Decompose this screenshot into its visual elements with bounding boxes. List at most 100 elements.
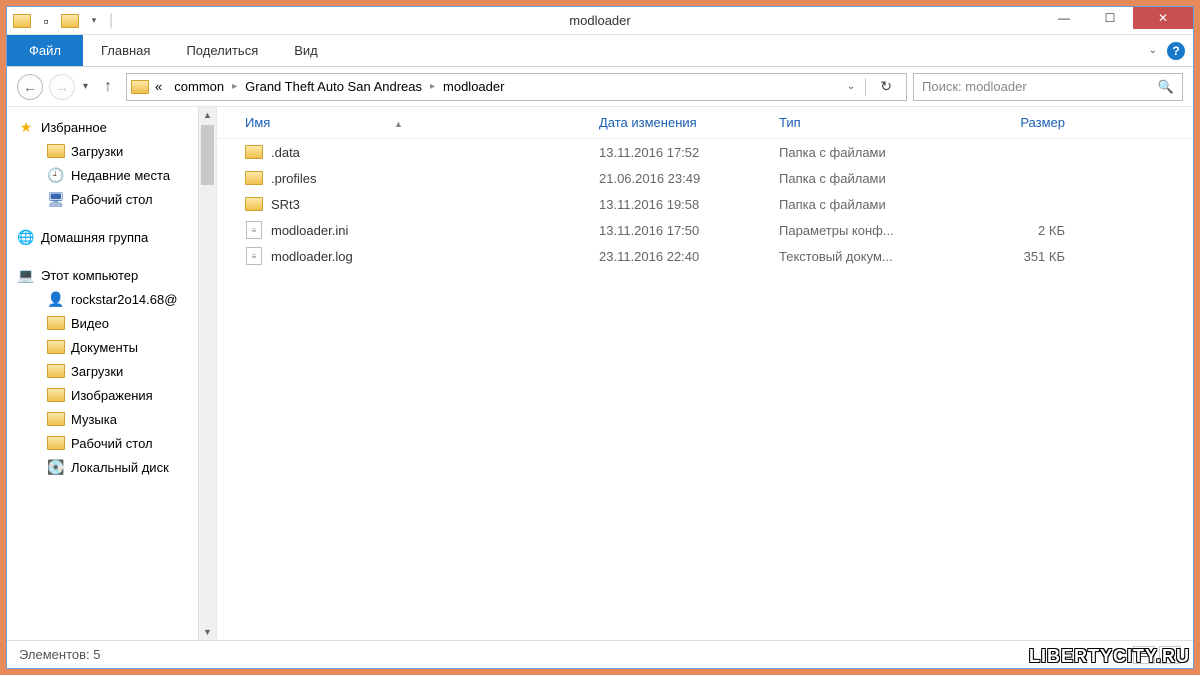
sidebar-item-video[interactable]: Видео	[7, 311, 216, 335]
file-icon: ≡	[245, 221, 263, 239]
file-rows: .data13.11.2016 17:52Папка с файлами.pro…	[217, 139, 1193, 640]
folder-icon	[47, 338, 65, 356]
file-size: 351 КБ	[947, 249, 1077, 264]
scroll-up-icon[interactable]: ▲	[199, 107, 216, 123]
tab-home[interactable]: Главная	[83, 35, 168, 66]
minimize-button[interactable]: —	[1041, 7, 1087, 29]
file-date: 13.11.2016 17:52	[587, 145, 767, 160]
sidebar-item-label: Музыка	[71, 412, 117, 427]
crumb-gta[interactable]: Grand Theft Auto San Andreas	[239, 79, 428, 94]
sidebar-item-downloads2[interactable]: Загрузки	[7, 359, 216, 383]
tab-view[interactable]: Вид	[276, 35, 336, 66]
col-name[interactable]: Имя ▲	[217, 115, 587, 130]
folder-icon	[47, 362, 65, 380]
sidebar-item-label: Этот компьютер	[41, 268, 138, 283]
sidebar-homegroup[interactable]: 🌐Домашняя группа	[7, 225, 216, 249]
sidebar-item-user[interactable]: 👤 rockstar2o14.68@	[7, 287, 216, 311]
file-row[interactable]: SRt313.11.2016 19:58Папка с файлами	[217, 191, 1193, 217]
titlebar: ▫ ▾ | modloader — ☐ ✕	[7, 7, 1193, 35]
navbar: ← → ▾ ↑ « common ▸ Grand Theft Auto San …	[7, 67, 1193, 107]
refresh-button[interactable]: ↻	[874, 78, 898, 95]
body: ★Избранное Загрузки 🕘Недавние места 🖥 Раб…	[7, 107, 1193, 640]
col-size[interactable]: Размер	[947, 115, 1077, 130]
sidebar-item-label: Загрузки	[71, 144, 123, 159]
sidebar-item-label: rockstar2o14.68@	[71, 292, 177, 307]
sidebar-item-localdisk[interactable]: 💽Локальный диск	[7, 455, 216, 479]
file-row[interactable]: .profiles21.06.2016 23:49Папка с файлами	[217, 165, 1193, 191]
folder-icon	[245, 143, 263, 161]
chevron-right-icon[interactable]: ▸	[428, 81, 437, 92]
crumb-modloader[interactable]: modloader	[437, 79, 510, 94]
file-name: modloader.log	[271, 249, 353, 264]
star-icon: ★	[17, 118, 35, 136]
file-name: .data	[271, 145, 300, 160]
back-button[interactable]: ←	[17, 74, 43, 100]
statusbar: Элементов: 5 ☰ ▦	[7, 640, 1193, 668]
col-type[interactable]: Тип	[767, 115, 947, 130]
file-date: 23.11.2016 22:40	[587, 249, 767, 264]
file-size: 2 КБ	[947, 223, 1077, 238]
help-icon[interactable]: ?	[1167, 42, 1185, 60]
sidebar-item-downloads[interactable]: Загрузки	[7, 139, 216, 163]
chevron-right-icon[interactable]: ▸	[230, 81, 239, 92]
qat: ▫ ▾ |	[7, 12, 113, 30]
maximize-button[interactable]: ☐	[1087, 7, 1133, 29]
folder-icon	[47, 142, 65, 160]
up-button[interactable]: ↑	[96, 78, 120, 96]
col-date[interactable]: Дата изменения	[587, 115, 767, 130]
sidebar-scrollbar[interactable]: ▲ ▼	[198, 107, 216, 640]
sidebar-favorites[interactable]: ★Избранное	[7, 115, 216, 139]
search-placeholder: Поиск: modloader	[922, 79, 1027, 94]
file-date: 13.11.2016 17:50	[587, 223, 767, 238]
address-bar[interactable]: « common ▸ Grand Theft Auto San Andreas …	[126, 73, 907, 101]
folder-icon	[13, 12, 31, 30]
scroll-thumb[interactable]	[201, 125, 214, 185]
new-folder-icon[interactable]	[61, 12, 79, 30]
folder-icon	[47, 434, 65, 452]
sidebar-item-label: Недавние места	[71, 168, 170, 183]
sidebar-item-label: Рабочий стол	[71, 192, 153, 207]
sidebar-computer[interactable]: 💻 Этот компьютер	[7, 263, 216, 287]
address-dropdown-icon[interactable]: ⌄	[845, 81, 857, 92]
folder-icon	[47, 386, 65, 404]
close-button[interactable]: ✕	[1133, 7, 1193, 29]
tab-share[interactable]: Поделиться	[168, 35, 276, 66]
sidebar-item-recent[interactable]: 🕘Недавние места	[7, 163, 216, 187]
crumb-prefix[interactable]: «	[149, 79, 168, 94]
file-row[interactable]: ≡modloader.log23.11.2016 22:40Текстовый …	[217, 243, 1193, 269]
homegroup-icon: 🌐	[17, 228, 35, 246]
file-date: 21.06.2016 23:49	[587, 171, 767, 186]
computer-icon: 💻	[17, 266, 35, 284]
sidebar-item-desktop[interactable]: 🖥 Рабочий стол	[7, 187, 216, 211]
search-icon: 🔍	[1158, 79, 1174, 95]
file-row[interactable]: .data 13.11.2016 17:52Папка с файлами	[217, 139, 1193, 165]
qat-dropdown-icon[interactable]: ▾	[85, 12, 103, 30]
crumb-common[interactable]: common	[168, 79, 230, 94]
file-type: Папка с файлами	[767, 145, 947, 160]
sidebar-item-pictures[interactable]: Изображения	[7, 383, 216, 407]
folder-icon	[131, 78, 149, 96]
folder-icon	[245, 169, 263, 187]
file-type: Папка с файлами	[767, 171, 947, 186]
sidebar-item-label: Изображения	[71, 388, 153, 403]
properties-icon[interactable]: ▫	[37, 12, 55, 30]
file-date: 13.11.2016 19:58	[587, 197, 767, 212]
user-icon: 👤	[47, 290, 65, 308]
sidebar-item-label: Локальный диск	[71, 460, 169, 475]
search-input[interactable]: Поиск: modloader 🔍	[913, 73, 1183, 101]
forward-button[interactable]: →	[49, 74, 75, 100]
status-value: 5	[93, 647, 100, 662]
file-row[interactable]: ≡modloader.ini13.11.2016 17:50Параметры …	[217, 217, 1193, 243]
sidebar-item-documents[interactable]: Документы	[7, 335, 216, 359]
scroll-down-icon[interactable]: ▼	[199, 624, 216, 640]
desktop-icon: 🖥	[47, 190, 65, 208]
window-controls: — ☐ ✕	[1041, 7, 1193, 29]
file-list: Имя ▲ Дата изменения Тип Размер .data 13.…	[217, 107, 1193, 640]
tab-file[interactable]: Файл	[7, 35, 83, 66]
sidebar-item-desktop2[interactable]: Рабочий стол	[7, 431, 216, 455]
sidebar-item-music[interactable]: Музыка	[7, 407, 216, 431]
recent-locations-icon[interactable]: ▾	[81, 81, 90, 92]
explorer-window: ▫ ▾ | modloader — ☐ ✕ Файл Главная Подел…	[6, 6, 1194, 669]
file-name: SRt3	[271, 197, 300, 212]
expand-ribbon-icon[interactable]: ⌄	[1149, 45, 1157, 56]
